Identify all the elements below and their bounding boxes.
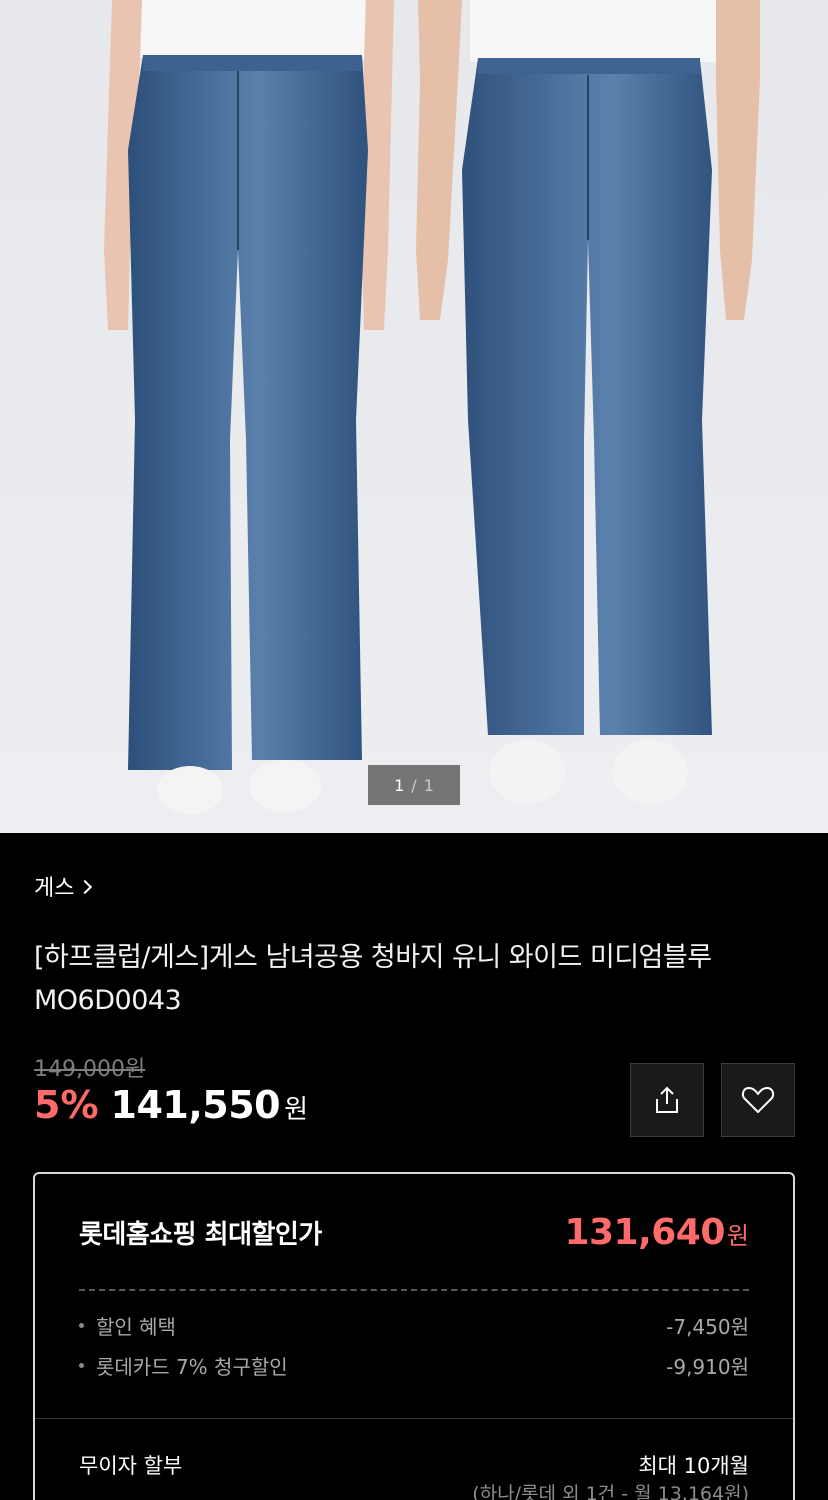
image-counter-separator: / <box>411 775 417 795</box>
discount-line-item: 롯데카드 7% 청구할인 -9,910원 <box>79 1351 749 1380</box>
price-row: 5% 141,550 원 <box>34 1083 308 1127</box>
brand-link[interactable]: 게스 <box>34 870 93 902</box>
dashed-divider <box>79 1289 749 1291</box>
max-discount-heading: 롯데홈쇼핑 최대할인가 <box>79 1220 322 1250</box>
max-discount-price-unit: 원 <box>726 1222 749 1250</box>
discount-line-label: 롯데카드 7% 청구할인 <box>96 1355 288 1379</box>
divider <box>35 1418 793 1419</box>
image-counter-current: 1 <box>394 775 405 795</box>
product-image[interactable]: 1 / 1 <box>0 0 828 833</box>
brand-name: 게스 <box>34 876 75 901</box>
bullet-icon <box>79 1363 84 1368</box>
installment-label: 무이자 할부 <box>79 1454 183 1478</box>
image-counter: 1 / 1 <box>368 765 460 805</box>
original-price: 149,000원 <box>34 1057 146 1082</box>
share-icon <box>656 1086 678 1113</box>
max-discount-price-value: 131,640 <box>564 1212 725 1253</box>
max-discount-price: 131,640 원 <box>564 1212 749 1253</box>
discount-line-value: -7,450원 <box>666 1315 749 1339</box>
share-button[interactable] <box>630 1063 704 1137</box>
image-counter-total: 1 <box>423 775 434 795</box>
wishlist-button[interactable] <box>721 1063 795 1137</box>
sale-price-unit: 원 <box>284 1095 309 1125</box>
discount-line-label: 할인 혜택 <box>96 1315 176 1339</box>
sale-price: 141,550 <box>110 1083 281 1127</box>
max-discount-box: 롯데홈쇼핑 최대할인가 131,640 원 할인 혜택 -7,450원 롯데카드… <box>33 1172 795 1500</box>
jeans-photo <box>104 0 760 814</box>
discount-line-value: -9,910원 <box>666 1355 749 1379</box>
heart-icon <box>741 1087 775 1113</box>
chevron-right-icon <box>78 879 93 895</box>
discount-line-item: 할인 혜택 -7,450원 <box>79 1311 749 1340</box>
product-title: [하프클럽/게스]게스 남녀공용 청바지 유니 와이드 미디엄블루 MO6D00… <box>34 942 712 1016</box>
installment-value: 최대 10개월 <box>638 1454 749 1478</box>
discount-rate: 5% <box>34 1083 99 1127</box>
bullet-icon <box>79 1323 84 1328</box>
installment-detail: (하나/롯데 외 1건 - 월 13,164원) <box>472 1483 749 1500</box>
